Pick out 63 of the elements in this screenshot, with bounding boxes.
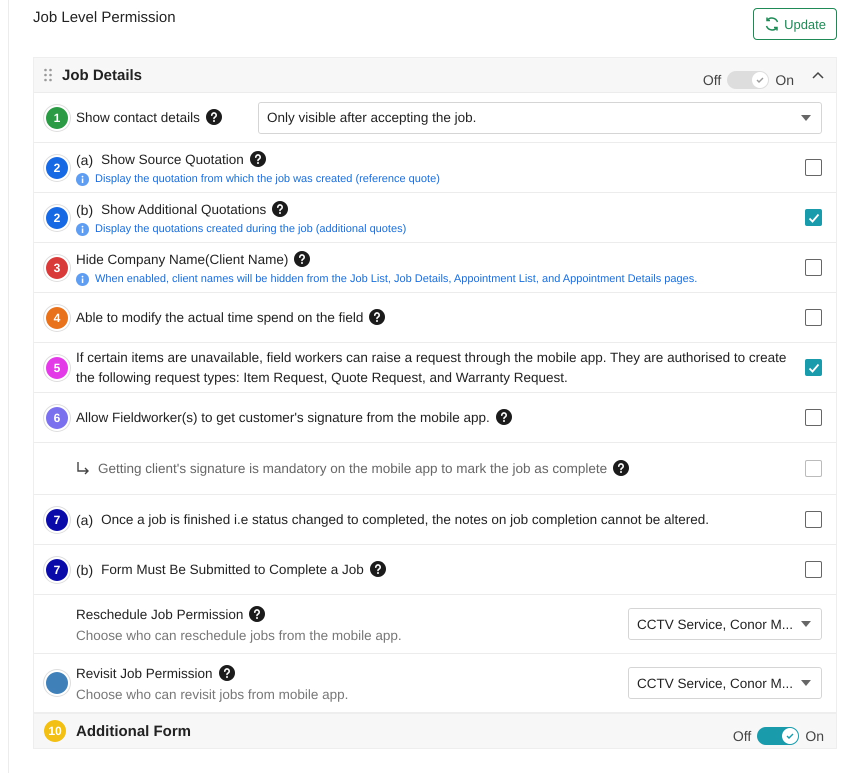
refresh-icon <box>764 16 780 32</box>
checkbox[interactable] <box>805 359 822 376</box>
step-badge: 7 <box>46 508 68 530</box>
permission-label: Show Source Quotation <box>101 150 244 168</box>
step-badge: 2 <box>46 206 68 228</box>
dropdown[interactable]: CCTV Service, Conor M... <box>628 608 822 640</box>
info-note: When enabled, client names will be hidden from the Job List, Job Details, Appointment List, and Appointment Details pages. <box>95 273 698 285</box>
item-prefix: (b) <box>76 562 94 578</box>
checkbox[interactable] <box>805 409 822 426</box>
section-title: Additional Form <box>76 722 191 740</box>
update-button[interactable]: Update <box>753 8 837 40</box>
permission-label: Form Must Be Submitted to Complete a Job <box>101 560 364 579</box>
permission-description: Choose who can revisit jobs from mobile app. <box>76 687 350 702</box>
info-icon <box>76 172 89 186</box>
info-icon <box>76 272 89 286</box>
checkbox[interactable] <box>805 259 822 276</box>
info-note: Display the quotations created during the job (additional quotes) <box>95 223 406 235</box>
caret-icon <box>801 680 811 686</box>
step-badge: 5 <box>46 356 68 378</box>
permission-label: Hide Company Name(Client Name) <box>76 250 288 269</box>
drag-handle-icon <box>44 68 52 82</box>
check-icon <box>755 75 766 85</box>
permission-label: Allow Fieldworker(s) to get customer's signature from the mobile app. <box>76 408 490 427</box>
checkbox[interactable] <box>805 209 822 226</box>
checkbox[interactable] <box>805 511 822 528</box>
info-icon <box>76 222 89 236</box>
info-note: Display the quotation from which the job was created (reference quote) <box>95 173 440 185</box>
step-badge: 7 <box>46 558 68 580</box>
permission-label: Reschedule Job Permission <box>76 606 244 624</box>
permission-description: Choose who can reschedule jobs from the mobile app. <box>76 628 403 643</box>
item-prefix: (a) <box>76 152 94 168</box>
toggle-label: On <box>775 72 794 88</box>
chevron-icon[interactable] <box>812 71 824 79</box>
toggle-label: Off <box>702 72 722 88</box>
permission-label: Once a job is finished i.e status changed to completed, the notes on job completion cannot be altered. <box>101 510 710 529</box>
step-badge: 2 <box>46 156 68 178</box>
permission-label: Revisit Job Permission <box>76 665 213 683</box>
dropdown[interactable]: Only visible after accepting the job. <box>258 102 822 134</box>
toggle-label: Off <box>732 728 752 744</box>
item-prefix: (b) <box>76 202 94 218</box>
step-badge: 3 <box>46 256 68 278</box>
page-title: Job Level Permission <box>33 9 176 26</box>
caret-icon <box>801 114 811 120</box>
permission-label: Able to modify the actual time spend on the field <box>76 308 364 327</box>
step-badge: 1 <box>46 106 68 128</box>
step-badge: 10 <box>44 720 66 742</box>
permission-label: Show contact details <box>76 108 200 126</box>
permission-label: Show Additional Quotations <box>101 200 266 218</box>
permission-label: If certain items are unavailable, field workers can raise a request through the mobile app. They are authorised to create the following request types: Item Request, Quote Request, and Warranty Request. <box>76 348 788 387</box>
checkbox[interactable] <box>805 159 822 176</box>
step-badge: 6 <box>46 406 68 428</box>
dropdown[interactable]: CCTV Service, Conor M... <box>628 667 822 699</box>
caret-icon <box>801 621 811 627</box>
return-arrow-icon <box>76 462 90 476</box>
check-icon <box>785 731 796 741</box>
step-badge: 4 <box>46 306 68 328</box>
permission-label: Getting client's signature is mandatory on the mobile app to mark the job as complete <box>98 460 608 478</box>
section-title: Job Details <box>62 66 142 84</box>
toggle-switch[interactable] <box>757 727 800 745</box>
toggle-label: On <box>805 728 824 744</box>
checkbox[interactable] <box>805 309 822 326</box>
checkbox[interactable] <box>805 561 822 578</box>
item-prefix: (a) <box>76 512 94 528</box>
